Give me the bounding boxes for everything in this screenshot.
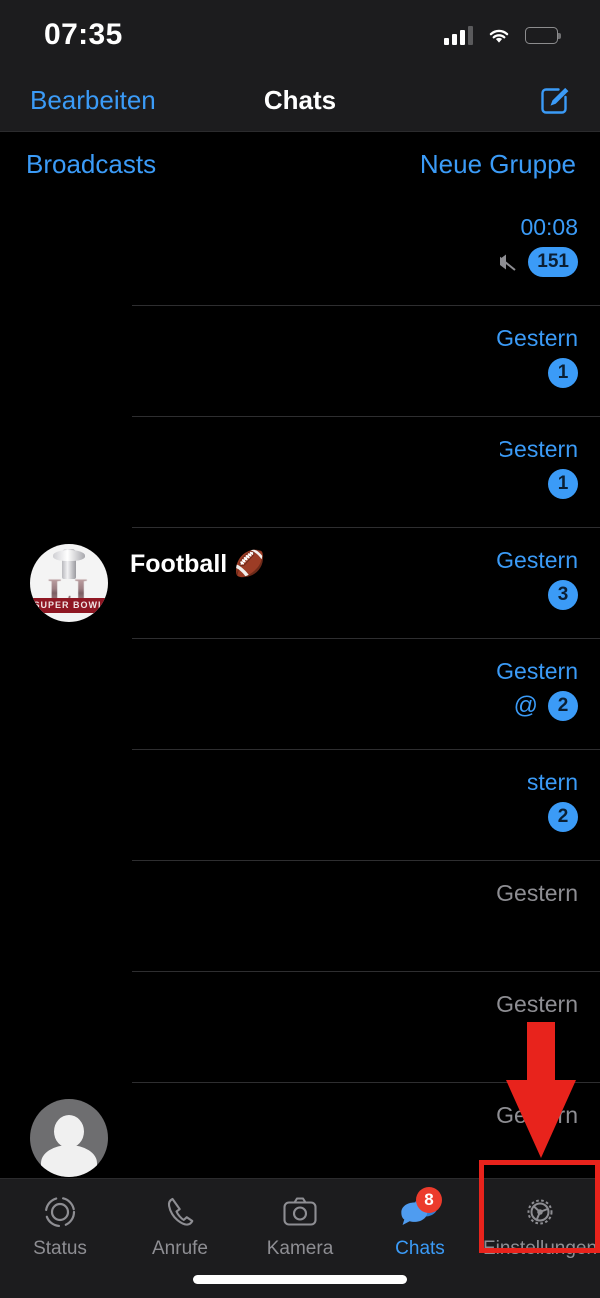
compose-new-chat-icon[interactable]	[538, 84, 572, 118]
redacted-area	[0, 861, 448, 972]
chat-list-item[interactable]: Gestern @ 2	[0, 639, 600, 750]
chat-list-item[interactable]: Gestern 1	[0, 417, 600, 528]
unread-badge: 1	[548, 469, 578, 499]
unread-badge: 1	[548, 358, 578, 388]
chat-list-item[interactable]: Gestern 1	[0, 306, 600, 417]
chat-timestamp: Gestern	[496, 991, 578, 1017]
default-person-icon	[30, 1099, 108, 1177]
edit-button[interactable]: Bearbeiten	[30, 85, 156, 116]
chat-list-header-actions: Broadcasts Neue Gruppe	[0, 133, 600, 195]
chat-meta: Gestern 1	[496, 435, 578, 499]
avatar	[30, 1099, 108, 1177]
avatar: LI SUPER BOWL	[30, 544, 108, 622]
tab-anrufe[interactable]: Anrufe	[120, 1193, 240, 1260]
new-group-button[interactable]: Neue Gruppe	[420, 149, 576, 180]
redacted-area	[0, 417, 500, 507]
status-bar-icons	[444, 25, 561, 45]
phone-icon	[160, 1193, 200, 1231]
chat-meta: Gestern	[496, 879, 578, 907]
battery-low-power-icon	[525, 26, 561, 44]
redacted-area	[0, 306, 470, 417]
chat-timestamp: Gestern	[496, 880, 578, 906]
chat-indicators: 1	[496, 358, 578, 388]
broadcasts-button[interactable]: Broadcasts	[26, 149, 156, 180]
chat-indicators: @ 2	[496, 691, 578, 721]
redacted-area	[120, 1083, 450, 1178]
chat-meta: stern 2	[527, 768, 578, 832]
tab-label: Einstellungen	[482, 1238, 598, 1259]
status-bar: 07:35	[0, 0, 600, 70]
chats-unread-badge: 8	[416, 1187, 442, 1213]
unread-badge: 151	[528, 247, 578, 277]
redacted-area	[0, 195, 500, 306]
chat-list-item[interactable]: stern 2	[0, 750, 600, 861]
chat-indicators: 151	[492, 247, 578, 277]
chat-meta: Gestern	[496, 990, 578, 1018]
navigation-bar: Bearbeiten Chats	[0, 70, 600, 132]
wifi-icon	[486, 25, 512, 45]
chat-list-item[interactable]: 00:08 151	[0, 195, 600, 306]
mention-icon: @	[513, 692, 538, 719]
tab-label: Chats	[395, 1238, 445, 1259]
chat-list-item[interactable]: Gestern	[0, 861, 600, 972]
chat-meta: Gestern 1	[496, 324, 578, 388]
super-bowl-li-logo-icon: LI SUPER BOWL	[30, 544, 108, 622]
tab-status[interactable]: Status	[0, 1193, 120, 1260]
chat-meta: 00:08 151	[492, 213, 578, 277]
chat-timestamp: stern	[526, 769, 578, 795]
redacted-area	[0, 639, 478, 750]
chat-list-item-football[interactable]: LI SUPER BOWL Football 🏈 Gestern 3	[0, 528, 600, 639]
status-rings-icon	[40, 1193, 80, 1231]
chat-title: Football 🏈	[130, 550, 266, 578]
chat-bubbles-icon: 8	[400, 1187, 442, 1231]
gear-icon	[520, 1193, 560, 1231]
tab-einstellungen[interactable]: Einstellungen	[480, 1193, 600, 1260]
chat-timestamp: Gestern	[496, 547, 578, 573]
chat-indicators: 1	[496, 469, 578, 499]
tab-chats[interactable]: 8 Chats	[360, 1187, 480, 1260]
tab-label: Kamera	[266, 1238, 334, 1259]
camera-icon	[280, 1193, 320, 1231]
redacted-area	[0, 750, 528, 861]
chat-timestamp: Gestern	[496, 436, 578, 462]
home-indicator	[193, 1275, 407, 1284]
tab-kamera[interactable]: Kamera	[240, 1193, 360, 1260]
tab-label: Anrufe	[152, 1238, 208, 1259]
chat-timestamp: 00:08	[520, 214, 578, 240]
chat-timestamp: Gestern	[496, 325, 578, 351]
cellular-signal-icon	[444, 25, 473, 45]
redacted-area	[130, 584, 510, 639]
chat-meta: Gestern @ 2	[496, 657, 578, 721]
chat-indicators: 2	[527, 802, 578, 832]
tab-label: Status	[33, 1238, 87, 1259]
tab-bar: Status Anrufe Kamera 8 Chats Einstellung…	[0, 1178, 600, 1298]
redacted-area	[0, 972, 448, 1083]
whatsapp-chats-screen: 07:35 Bearbeiten Chats Broadcasts Neue G…	[0, 0, 600, 1298]
unread-badge: 3	[548, 580, 578, 610]
status-bar-time: 07:35	[44, 18, 123, 51]
chat-timestamp: Gestern	[496, 658, 578, 684]
unread-badge: 2	[548, 691, 578, 721]
red-down-arrow	[506, 1022, 576, 1158]
unread-badge: 2	[548, 802, 578, 832]
